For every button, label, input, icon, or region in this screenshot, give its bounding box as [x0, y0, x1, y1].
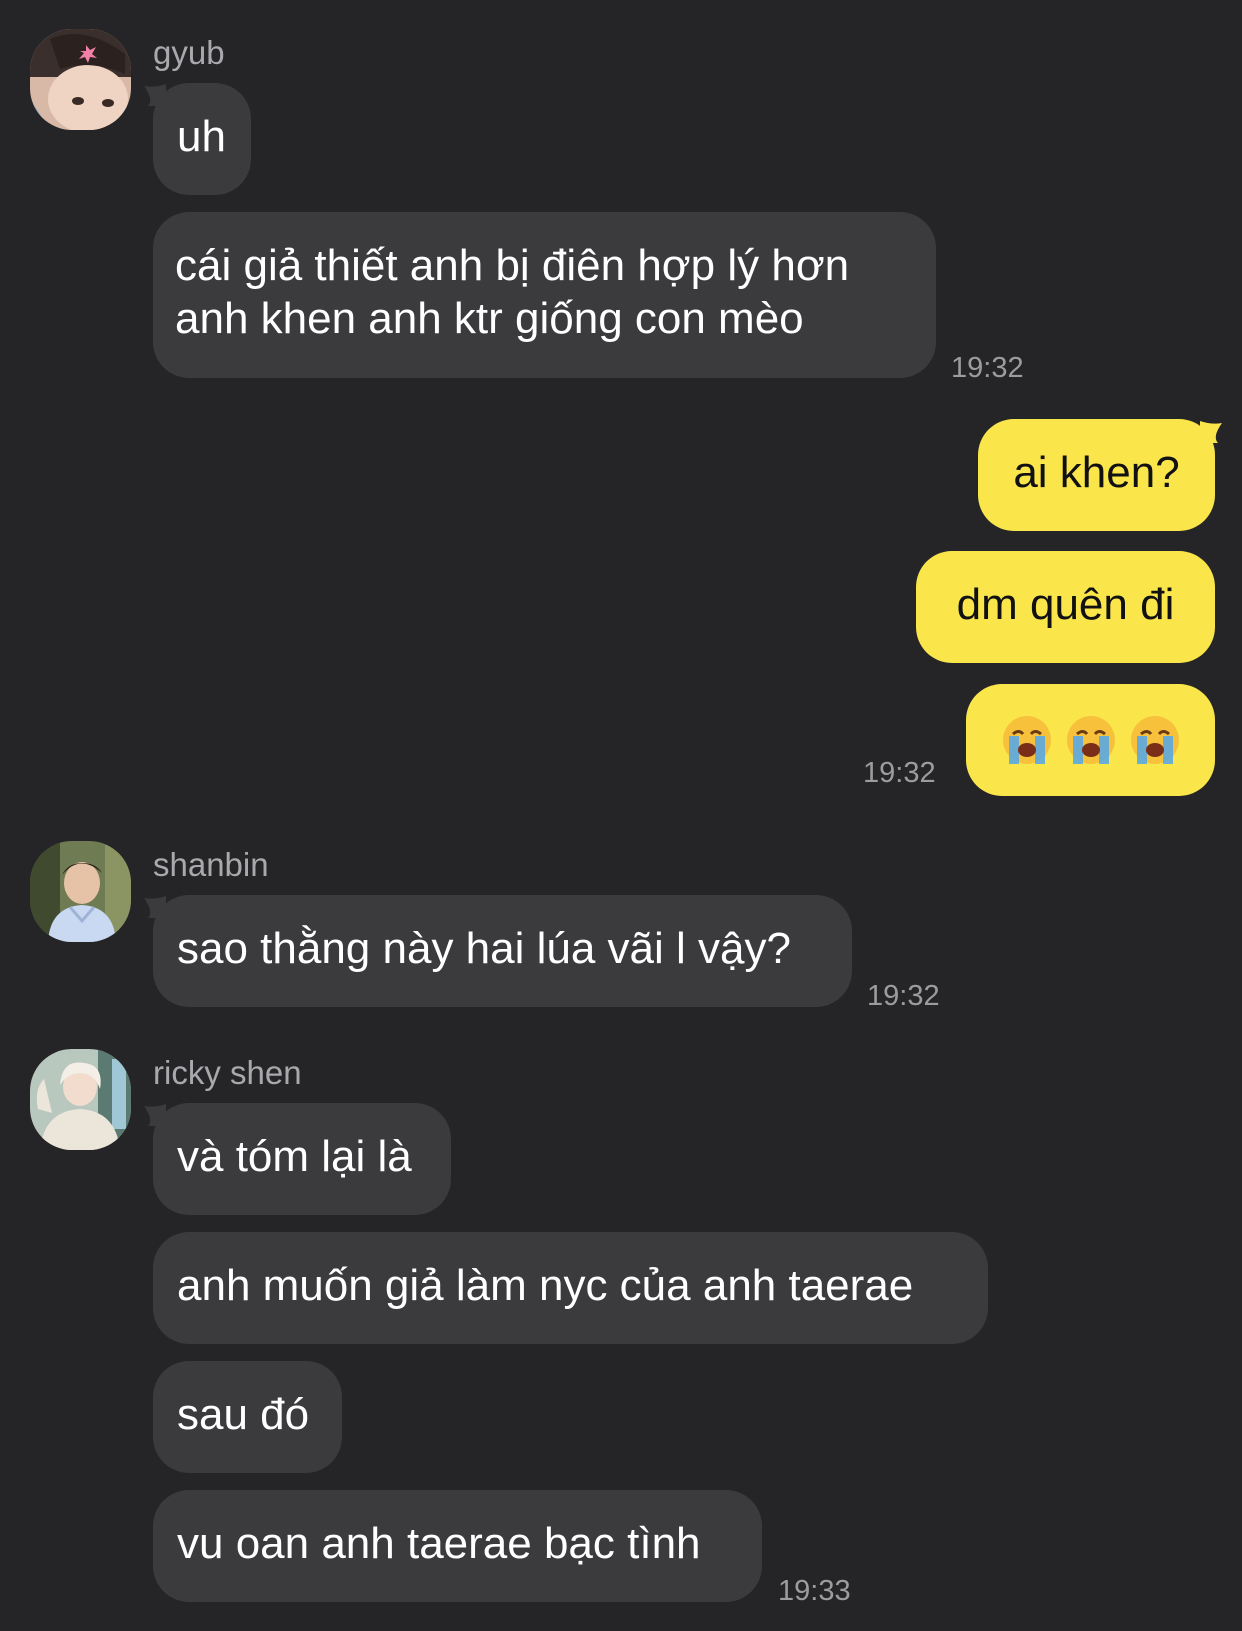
avatar-ricky-shen-icon [30, 1049, 131, 1150]
message-bubble[interactable]: cái giả thiết anh bị điên hợp lý hơn anh… [153, 212, 936, 378]
message-bubble[interactable]: anh muốn giả làm nyc của anh taerae [153, 1232, 988, 1344]
loudly-crying-face-icon [1002, 716, 1051, 764]
sender-name-gyub: gyub [153, 34, 225, 71]
message-bubble-outgoing[interactable]: ai khen? [978, 419, 1215, 531]
loudly-crying-face-icon [1130, 716, 1179, 764]
message-timestamp: 19:33 [778, 1575, 851, 1607]
bubble-tail [1200, 421, 1222, 443]
avatar-shanbin[interactable] [30, 841, 131, 942]
avatar-ricky-shen[interactable] [30, 1049, 131, 1150]
avatar-shanbin-icon [30, 841, 131, 942]
message-bubble-outgoing[interactable]: dm quên đi [916, 551, 1215, 663]
sender-name-ricky-shen: ricky shen [153, 1054, 302, 1091]
message-timestamp: 19:32 [867, 980, 940, 1012]
message-bubble[interactable]: vu oan anh taerae bạc tình [153, 1490, 762, 1602]
message-bubble[interactable]: uh [153, 83, 251, 195]
emoji-message-bubble[interactable] [966, 684, 1215, 796]
message-timestamp: 19:32 [863, 757, 936, 789]
message-timestamp: 19:32 [951, 352, 1024, 384]
sender-name-shanbin: shanbin [153, 846, 269, 883]
message-bubble[interactable]: sao thằng này hai lúa vãi l vậy? [153, 895, 852, 1007]
avatar-gyub-icon [30, 29, 131, 130]
loudly-crying-face-icon [1066, 716, 1115, 764]
message-bubble[interactable]: sau đó [153, 1361, 342, 1473]
message-bubble[interactable]: và tóm lại là [153, 1103, 451, 1215]
avatar-gyub[interactable] [30, 29, 131, 130]
